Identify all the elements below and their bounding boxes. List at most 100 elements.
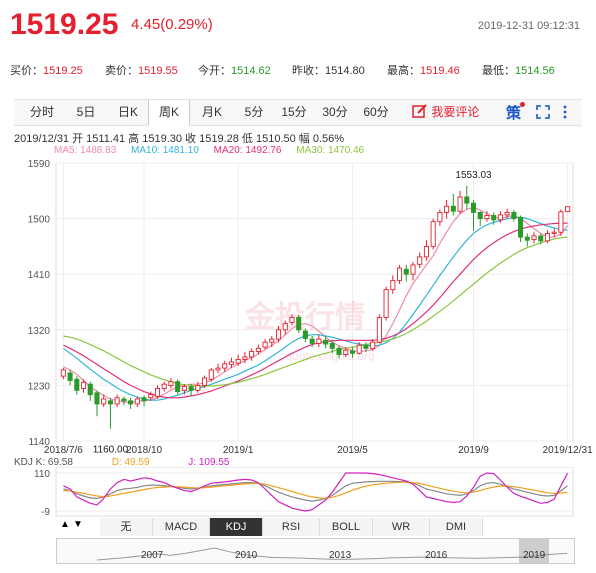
candle-body bbox=[134, 398, 140, 405]
quote-ask: 卖价：1519.55 bbox=[105, 62, 178, 78]
tab-5min[interactable]: 5分 bbox=[236, 100, 272, 125]
history-navigator[interactable]: 2007 2010 2013 2016 2019 bbox=[56, 538, 575, 564]
tab-monthly-k[interactable]: 月K bbox=[194, 100, 230, 125]
more-icon[interactable] bbox=[562, 105, 568, 119]
candle-body bbox=[397, 267, 403, 281]
candle-body bbox=[504, 211, 510, 216]
candle-body bbox=[107, 400, 113, 405]
indicator-tab-boll[interactable]: BOLL bbox=[320, 518, 373, 536]
candle-body bbox=[531, 235, 537, 241]
tab-60min[interactable]: 60分 bbox=[358, 100, 394, 125]
indicator-tab-rsi[interactable]: RSI bbox=[263, 518, 320, 536]
candle-body bbox=[511, 211, 517, 220]
candle-body bbox=[417, 256, 423, 265]
candle-body bbox=[484, 215, 490, 220]
candle-body bbox=[94, 392, 100, 405]
candle-body bbox=[175, 381, 181, 393]
x-tick-label: 2018/7/6 bbox=[44, 445, 83, 455]
candle-body bbox=[269, 338, 275, 343]
watermark-text: 金投行情 bbox=[244, 300, 365, 335]
candle-body bbox=[154, 388, 161, 397]
candle-body bbox=[363, 344, 369, 349]
tab-intraday[interactable]: 分时 bbox=[24, 100, 60, 125]
tab-15min[interactable]: 15分 bbox=[276, 100, 312, 125]
indicator-tab-bar: 无 MACD KDJ RSI BOLL WR DMI bbox=[56, 518, 573, 536]
kdj-line-d bbox=[63, 481, 568, 499]
tab-weekly-k[interactable]: 周K bbox=[148, 100, 190, 126]
period-tab-bar: 分时 5日 日K 周K 月K 5分 15分 30分 60分 我要评论 策 bbox=[14, 99, 582, 126]
year-label: 2019 bbox=[523, 550, 546, 561]
candle-body bbox=[128, 400, 134, 405]
candlestick-chart[interactable]: 1590150014101320123011402018/7/6 2018/10 2… bbox=[0, 155, 596, 455]
candle-body bbox=[74, 378, 80, 391]
quote-label: 卖价： bbox=[105, 65, 138, 77]
notification-dot bbox=[520, 102, 526, 107]
kdj-y-tick-label: 110 bbox=[34, 469, 50, 480]
last-price: 1519.25 bbox=[10, 8, 119, 41]
price-annotation: 1553.03 bbox=[455, 170, 492, 181]
indicator-tab-dmi[interactable]: DMI bbox=[430, 518, 483, 536]
candle-body bbox=[148, 394, 154, 399]
x-tick-label: 2019/9 bbox=[458, 445, 489, 455]
candle-body bbox=[275, 329, 282, 340]
candle-body bbox=[430, 221, 436, 247]
year-label: 2013 bbox=[329, 550, 352, 561]
candle-body bbox=[235, 359, 241, 364]
fullscreen-icon[interactable] bbox=[536, 105, 550, 119]
candle-body bbox=[518, 216, 524, 238]
candle-body bbox=[67, 372, 73, 381]
candle-body bbox=[262, 341, 268, 348]
candle-body bbox=[410, 264, 416, 275]
candle-body bbox=[497, 214, 503, 221]
quote-open: 今开：1514.62 bbox=[198, 62, 271, 78]
kdj-indicator-chart[interactable]: 110 -9 bbox=[0, 467, 596, 517]
candle-body bbox=[491, 215, 497, 221]
candle-body bbox=[323, 339, 329, 345]
indicator-tab-wr[interactable]: WR bbox=[373, 518, 430, 536]
candle-body bbox=[565, 206, 571, 213]
candle-body bbox=[349, 350, 356, 354]
quote-value: 1519.25 bbox=[43, 65, 83, 77]
quote-low: 最低：1514.56 bbox=[482, 62, 555, 78]
x-tick-label: 2019/1 bbox=[223, 445, 254, 455]
indicator-tab-macd[interactable]: MACD bbox=[153, 518, 210, 536]
candle-body bbox=[249, 350, 255, 358]
strategy-label: 策 bbox=[506, 105, 522, 122]
indicator-tab-none[interactable]: 无 bbox=[100, 518, 153, 536]
quote-label: 最低： bbox=[482, 65, 515, 77]
tab-30min[interactable]: 30分 bbox=[317, 100, 353, 125]
comment-button[interactable]: 我要评论 bbox=[412, 100, 479, 125]
comment-label: 我要评论 bbox=[431, 105, 480, 119]
candle-body bbox=[87, 383, 93, 396]
indicator-tab-kdj[interactable]: KDJ bbox=[210, 518, 263, 536]
quote-label: 昨收： bbox=[292, 65, 325, 77]
candle-body bbox=[390, 279, 396, 291]
quote-label: 买价： bbox=[10, 65, 43, 77]
quote-value: 1514.56 bbox=[515, 65, 555, 77]
candle-body bbox=[282, 323, 288, 331]
candle-body bbox=[215, 367, 221, 371]
candle-body bbox=[242, 356, 248, 360]
candle-body bbox=[356, 344, 362, 354]
candle-body bbox=[437, 211, 443, 223]
candle-body bbox=[202, 377, 208, 386]
quote-value: 1514.80 bbox=[325, 65, 365, 77]
candle-body bbox=[141, 397, 147, 402]
candle-body bbox=[181, 386, 187, 391]
candle-body bbox=[477, 211, 483, 220]
tab-5day[interactable]: 5日 bbox=[68, 100, 104, 125]
x-tick-label: 2019/5 bbox=[337, 445, 368, 455]
candle-body bbox=[121, 398, 127, 402]
y-tick-label: 1410 bbox=[28, 270, 51, 281]
quote-value: 1519.46 bbox=[420, 65, 460, 77]
candle-body bbox=[296, 316, 302, 331]
candle-body bbox=[558, 211, 564, 233]
candle-body bbox=[376, 316, 382, 343]
y-tick-label: 1590 bbox=[28, 159, 51, 170]
kdj-y-tick-label: -9 bbox=[41, 507, 50, 517]
price-annotation: 1160.00 bbox=[93, 445, 129, 455]
candle-info: 2019/12/31 开 1511.41 高 1519.30 收 1519.28… bbox=[14, 133, 345, 145]
tab-daily-k[interactable]: 日K bbox=[110, 100, 146, 125]
strategy-icon[interactable]: 策 bbox=[506, 102, 526, 123]
candle-body bbox=[161, 383, 167, 389]
